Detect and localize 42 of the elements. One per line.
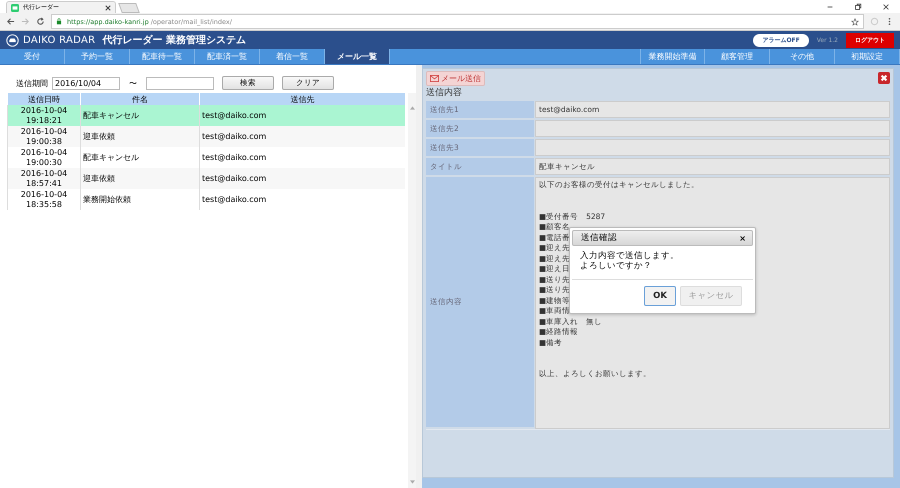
mail-row[interactable]: 2016-10-04 18:35:58 業務開始依頼 test@daiko.com <box>8 189 405 210</box>
logo-text: DAIKO RADAR <box>23 34 96 46</box>
date-from-field[interactable]: 2016/10/04 <box>52 76 120 90</box>
reload-icon[interactable] <box>36 17 45 26</box>
range-separator: 〜 <box>129 78 137 88</box>
send-mail-button[interactable]: メール送信 <box>426 70 485 86</box>
nav-tab[interactable]: メール一覧 <box>325 49 390 64</box>
column-header: 送信日時 <box>8 93 80 105</box>
column-header: 件名 <box>80 93 200 105</box>
table-cell: test@daiko.com <box>200 126 405 147</box>
section-title: 送信内容 <box>426 86 463 100</box>
system-title: 代行レーダー 業務管理システム <box>102 34 246 47</box>
mail-row[interactable]: 2016-10-04 18:57:41 迎車依頼 test@daiko.com <box>8 168 405 189</box>
input-field[interactable] <box>535 120 890 137</box>
star-icon[interactable] <box>851 18 859 26</box>
column-header: 送信先 <box>200 93 405 105</box>
close-icon[interactable] <box>105 4 111 10</box>
table-cell: test@daiko.com <box>200 168 405 189</box>
table-cell: 迎車依頼 <box>80 126 200 147</box>
table-cell: 迎車依頼 <box>80 168 200 189</box>
close-icon[interactable] <box>882 2 890 10</box>
table-cell: 2016-10-04 18:57:41 <box>8 168 80 189</box>
input-field[interactable] <box>535 139 890 156</box>
lock-icon <box>56 18 62 25</box>
app-icon <box>11 4 19 12</box>
table-cell: 2016-10-04 19:00:38 <box>8 126 80 147</box>
envelope-icon <box>430 74 439 82</box>
dialog-message: 入力内容で送信します。 よろしいですか？ <box>572 246 753 280</box>
restore-icon[interactable] <box>854 2 862 10</box>
mail-row[interactable]: 2016-10-04 19:00:38 迎車依頼 test@daiko.com <box>8 126 405 147</box>
back-icon[interactable] <box>6 17 15 26</box>
close-button[interactable]: × <box>739 234 746 242</box>
dialog-button[interactable]: OK <box>644 286 676 306</box>
dialog-title: 送信確認 <box>581 232 617 244</box>
mail-row[interactable]: 2016-10-04 19:18:21 配車キャンセル test@daiko.com <box>8 105 405 126</box>
period-label: 送信期間 <box>16 78 48 88</box>
close-button[interactable] <box>878 72 890 84</box>
table-cell: 2016-10-04 18:35:58 <box>8 189 80 210</box>
table-cell: test@daiko.com <box>200 189 405 210</box>
car-logo-icon <box>6 34 19 46</box>
date-to-field[interactable] <box>146 76 214 90</box>
table-cell: 業務開始依頼 <box>80 189 200 210</box>
